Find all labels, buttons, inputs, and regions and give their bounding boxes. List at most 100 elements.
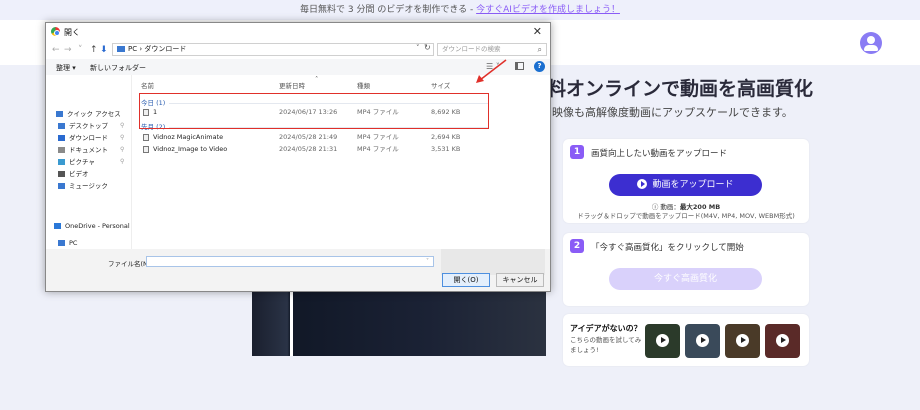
nav-item-label: デスクトップ [69, 122, 108, 130]
refresh-icon[interactable]: ↻ [424, 43, 431, 52]
navigation-pane: クイック アクセスデスクトップ ⚲ ダウンロード ⚲ ドキュメント ⚲ ピクチャ ⚲ ビデオミュ… [46, 75, 132, 276]
play-icon [736, 334, 749, 347]
nav-item[interactable]: ビデオ [58, 168, 89, 180]
page-subtitle: 映像も高解像度動画にアップスケールできます。 [552, 106, 793, 119]
download-folder-icon: ⬇ [100, 45, 108, 55]
nav-item[interactable]: ダウンロード [58, 132, 108, 144]
open-button[interactable]: 開く(O) [442, 273, 490, 287]
file-date: 2024/05/28 21:49 [279, 133, 338, 141]
highlight-box [139, 93, 489, 129]
address-bar[interactable]: PC › ダウンロード [112, 43, 434, 56]
file-type-filter[interactable] [441, 249, 545, 275]
avatar[interactable] [860, 32, 882, 54]
new-folder-button[interactable]: 新しいフォルダー [90, 63, 146, 73]
back-arrow-icon[interactable]: ← [52, 45, 60, 55]
upload-formats: ドラッグ＆ドロップで動画をアップロード(M4V, MP4, MOV, WEBM形… [577, 212, 795, 220]
play-icon [776, 334, 789, 347]
file-size: 2,694 KB [431, 133, 461, 141]
ideas-subtitle: こちらの動画を試してみましょう! [570, 336, 642, 354]
enhance-now-button[interactable]: 今すぐ高画質化 [609, 268, 762, 290]
file-row[interactable]: Vidnoz MagicAnimate 2024/05/28 21:49 MP4 フ… [133, 132, 550, 143]
sample-video-thumb[interactable] [645, 324, 680, 358]
sort-arrow-icon: ˄ [315, 75, 319, 83]
nav-item-label: ミュージック [69, 182, 108, 190]
video-preview [252, 288, 546, 356]
play-icon [637, 178, 648, 189]
nav-item[interactable]: ミュージック [58, 180, 108, 192]
dialog-title: 開く [64, 28, 80, 37]
file-icon [143, 146, 149, 153]
file-row[interactable]: Vidnoz_Image to Video 2024/05/28 21:31 MP4… [133, 144, 550, 155]
nav-item[interactable]: PC [58, 237, 77, 249]
nav-item-label: OneDrive - Personal [65, 222, 130, 230]
ideas-title: アイデアがないの？ [570, 324, 642, 333]
nav-item[interactable]: デスクトップ [58, 120, 108, 132]
column-type[interactable]: 種類 [357, 80, 370, 90]
column-name[interactable]: 名前 [141, 80, 154, 90]
help-icon[interactable]: ? [534, 61, 545, 72]
upload-step-card: 1 画質向上したい動画をアップロード 動画をアップロード ⓘ 動画：最大200 … [563, 139, 809, 223]
search-input[interactable]: ダウンロードの検索 ⌕ [437, 43, 547, 56]
annotation-arrow-icon [476, 59, 507, 83]
folder-icon [56, 111, 63, 117]
folder-icon [58, 123, 65, 129]
enhance-step-card: 2 「今すぐ高画質化」をクリックして開始 今すぐ高画質化 [563, 233, 809, 306]
search-placeholder: ダウンロードの検索 [442, 45, 501, 53]
filename-dropdown-icon[interactable]: ˅ [426, 258, 429, 265]
dialog-titlebar: 開く ✕ [46, 23, 550, 41]
pin-icon[interactable]: ⚲ [120, 146, 124, 153]
column-date[interactable]: 更新日時 [279, 80, 305, 90]
step-number-1: 1 [570, 145, 584, 159]
banner-text: 毎日無料で 3 分間 のビデオを制作できる - [300, 5, 477, 15]
file-icon [143, 134, 149, 141]
nav-item[interactable]: ピクチャ [58, 156, 95, 168]
chevron-down-icon[interactable]: ˅ [78, 45, 83, 55]
folder-icon [58, 171, 65, 177]
nav-item[interactable]: ドキュメント [58, 144, 108, 156]
step-1-text: 画質向上したい動画をアップロード [591, 149, 728, 159]
sample-video-thumb[interactable] [685, 324, 720, 358]
search-icon: ⌕ [537, 45, 542, 54]
column-size[interactable]: サイズ [431, 80, 450, 90]
page-title: 料オンラインで動画を高画質化 [547, 78, 814, 100]
folder-icon [58, 240, 65, 246]
close-icon[interactable]: ✕ [533, 25, 542, 38]
folder-icon [58, 159, 65, 165]
sample-video-thumb[interactable] [725, 324, 760, 358]
address-dropdown-icon[interactable]: ˅ [416, 44, 420, 52]
pin-icon[interactable]: ⚲ [120, 134, 124, 141]
step-number-2: 2 [570, 239, 584, 253]
up-arrow-icon[interactable]: ↑ [90, 45, 98, 55]
sample-video-thumb[interactable] [765, 324, 800, 358]
banner-link[interactable]: 今すぐAIビデオを作成しましょう！ [476, 5, 620, 15]
file-date: 2024/05/28 21:31 [279, 145, 338, 153]
filename-input[interactable] [146, 256, 434, 267]
folder-icon [58, 147, 65, 153]
forward-arrow-icon[interactable]: → [64, 45, 72, 55]
organize-menu[interactable]: 整理 ▾ [56, 63, 76, 73]
folder-icon [54, 223, 61, 229]
nav-item[interactable]: クイック アクセス [56, 108, 121, 120]
pin-icon[interactable]: ⚲ [120, 122, 124, 129]
address-row: ← → ˅ ↑ ⬇ PC › ダウンロード ˅ ↻ ダウンロードの検索 ⌕ [46, 41, 550, 59]
chrome-icon [51, 27, 60, 36]
upload-video-button[interactable]: 動画をアップロード [609, 174, 762, 196]
cancel-button[interactable]: キャンセル [496, 273, 544, 287]
file-name: Vidnoz_Image to Video [153, 145, 228, 153]
step-2-text: 「今すぐ高画質化」をクリックして開始 [591, 243, 744, 253]
file-size: 3,531 KB [431, 145, 461, 153]
pin-icon[interactable]: ⚲ [120, 158, 124, 165]
folder-icon [58, 135, 65, 141]
nav-item[interactable]: OneDrive - Personal [54, 220, 130, 232]
preview-pane-icon[interactable] [515, 62, 524, 70]
preview-compare-divider[interactable] [290, 288, 293, 356]
nav-item-label: ピクチャ [69, 158, 95, 166]
nav-item-label: PC [69, 239, 78, 247]
folder-icon [58, 183, 65, 189]
nav-item-label: ダウンロード [69, 134, 108, 142]
file-type: MP4 ファイル [357, 133, 399, 141]
upload-button-label: 動画をアップロード [652, 180, 734, 190]
nav-item-label: ビデオ [69, 170, 89, 178]
play-icon [696, 334, 709, 347]
nav-item-label: ドキュメント [69, 146, 108, 154]
